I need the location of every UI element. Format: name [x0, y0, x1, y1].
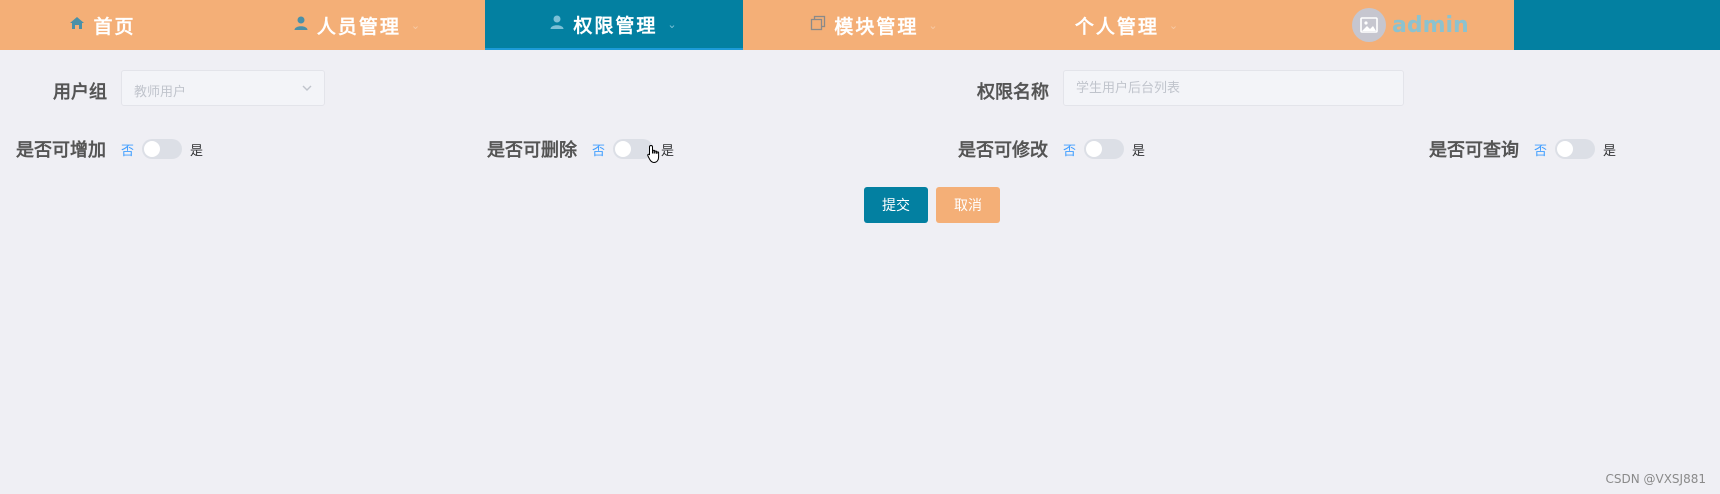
top-nav: 首页 人员管理 ⌄ 权限管理 ⌄ 模块管理 ⌄ 个人管理 ⌄ admin: [0, 0, 1720, 50]
nav-label: 人员管理: [316, 15, 401, 38]
switch-knob: [144, 141, 160, 157]
add-switch[interactable]: [142, 139, 182, 159]
toggle-off-text: 否: [121, 144, 135, 159]
toggle-add: 是否可增加 否 是: [16, 136, 236, 161]
permname-label: 权限名称: [977, 82, 1049, 103]
cancel-button[interactable]: 取消: [936, 187, 1000, 223]
nav-right-block: [1514, 0, 1720, 50]
toggle-label: 是否可修改: [958, 140, 1048, 161]
switch-knob: [1086, 141, 1102, 157]
home-icon: [69, 14, 85, 36]
toggle-label: 是否可删除: [487, 140, 577, 161]
user-icon: [549, 13, 565, 35]
nav-label: 首页: [93, 15, 136, 38]
copy-icon: [810, 14, 826, 36]
toggle-on-text: 是: [661, 144, 675, 159]
switch-knob: [1557, 141, 1573, 157]
nav-label: 个人管理: [1074, 15, 1159, 38]
edit-switch[interactable]: [1084, 139, 1124, 159]
nav-item-people[interactable]: 人员管理 ⌄: [270, 0, 445, 50]
nav-label: 权限管理: [573, 14, 658, 37]
toggle-label: 是否可查询: [1429, 140, 1519, 161]
user-icon: [293, 14, 309, 36]
chevron-down-icon: ⌄: [667, 17, 679, 31]
user-menu[interactable]: admin: [1352, 8, 1469, 42]
toggle-off-text: 否: [1063, 144, 1077, 159]
switch-knob: [615, 141, 631, 157]
submit-button[interactable]: 提交: [864, 187, 928, 223]
image-icon: [1360, 17, 1378, 33]
query-switch[interactable]: [1555, 139, 1595, 159]
toggle-on-text: 是: [1132, 144, 1146, 159]
usergroup-value: 教师用户: [134, 85, 187, 100]
toggle-off-text: 否: [592, 144, 606, 159]
toggle-on-text: 是: [1603, 144, 1617, 159]
usergroup-select[interactable]: 教师用户: [121, 70, 325, 106]
watermark: CSDN @VXSJ881: [1605, 472, 1706, 486]
usergroup-label: 用户组: [53, 82, 107, 103]
avatar: [1352, 8, 1386, 42]
chevron-down-icon: [300, 80, 314, 99]
toggle-query: 是否可查询 否 是: [1429, 136, 1649, 161]
permname-input[interactable]: [1063, 70, 1404, 106]
chevron-down-icon: ⌄: [1168, 18, 1181, 32]
toggle-edit: 是否可修改 否 是: [958, 136, 1178, 161]
nav-label: 模块管理: [834, 15, 919, 38]
nav-item-personal[interactable]: 个人管理 ⌄: [1060, 0, 1195, 50]
chevron-down-icon: ⌄: [928, 18, 940, 32]
nav-item-modules[interactable]: 模块管理 ⌄: [795, 0, 955, 50]
toggle-label: 是否可增加: [16, 140, 106, 161]
username: admin: [1392, 12, 1469, 38]
nav-item-permissions[interactable]: 权限管理 ⌄: [485, 0, 743, 50]
chevron-down-icon: ⌄: [410, 18, 423, 32]
toggle-on-text: 是: [190, 144, 204, 159]
hand-cursor-icon: [646, 144, 662, 168]
toggle-off-text: 否: [1534, 144, 1548, 159]
nav-item-home[interactable]: 首页: [40, 0, 165, 50]
toggle-delete: 是否可删除 否 是: [487, 136, 707, 161]
